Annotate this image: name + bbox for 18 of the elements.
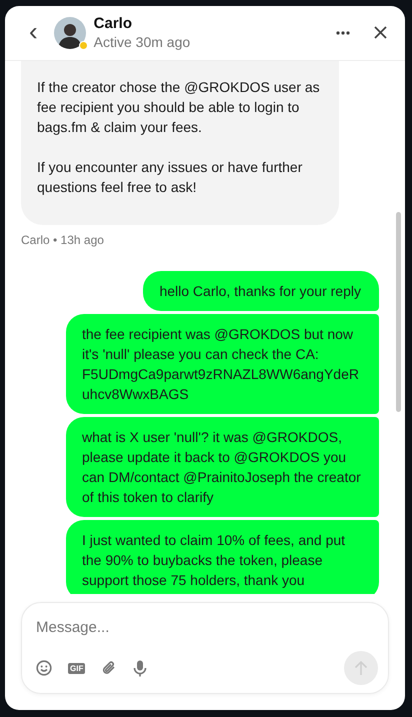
back-button[interactable]: ‹ [29, 18, 38, 44]
scrollbar[interactable] [396, 212, 401, 412]
message-meta: Carlo • 13h ago [21, 232, 105, 249]
message-bubble: If the creator chose the @GROKDOS user as fee recipient you should be able to login to bags.fm & claim your fees. If you encounter any issues or have further questions feel free to ask! [21, 61, 339, 225]
avatar [54, 17, 86, 49]
close-icon[interactable] [374, 25, 387, 41]
microphone-icon[interactable] [133, 660, 148, 676]
message-composer[interactable]: Message... GIF [21, 602, 389, 694]
emoji-icon[interactable] [36, 660, 52, 676]
gif-button[interactable]: GIF [68, 662, 86, 674]
paperclip-icon[interactable] [101, 660, 118, 676]
message-bubble: the fee recipient was @GROKDOS but now it's 'null' please you can check the CA: F5UDmgCa9parwt9zRNAZL8WW6angYdeRuhcv8WwxBAGS [66, 314, 379, 414]
activity-status: Active 30m ago [94, 33, 190, 51]
message-bubble: hello Carlo, thanks for your reply [143, 271, 379, 311]
arrow-up-icon [354, 660, 368, 676]
contact-name: Carlo [94, 15, 134, 33]
message-bubble: what is X user 'null'? it was @GROKDOS, please update it back to @GROKDOS you can DM/contact @PrainitoJoseph the creator of this token to clarify [66, 417, 379, 517]
message-bubble: I just wanted to claim 10% of fees, and put the 90% to buybacks the token, please support those 75 holders, thank you [66, 520, 379, 594]
